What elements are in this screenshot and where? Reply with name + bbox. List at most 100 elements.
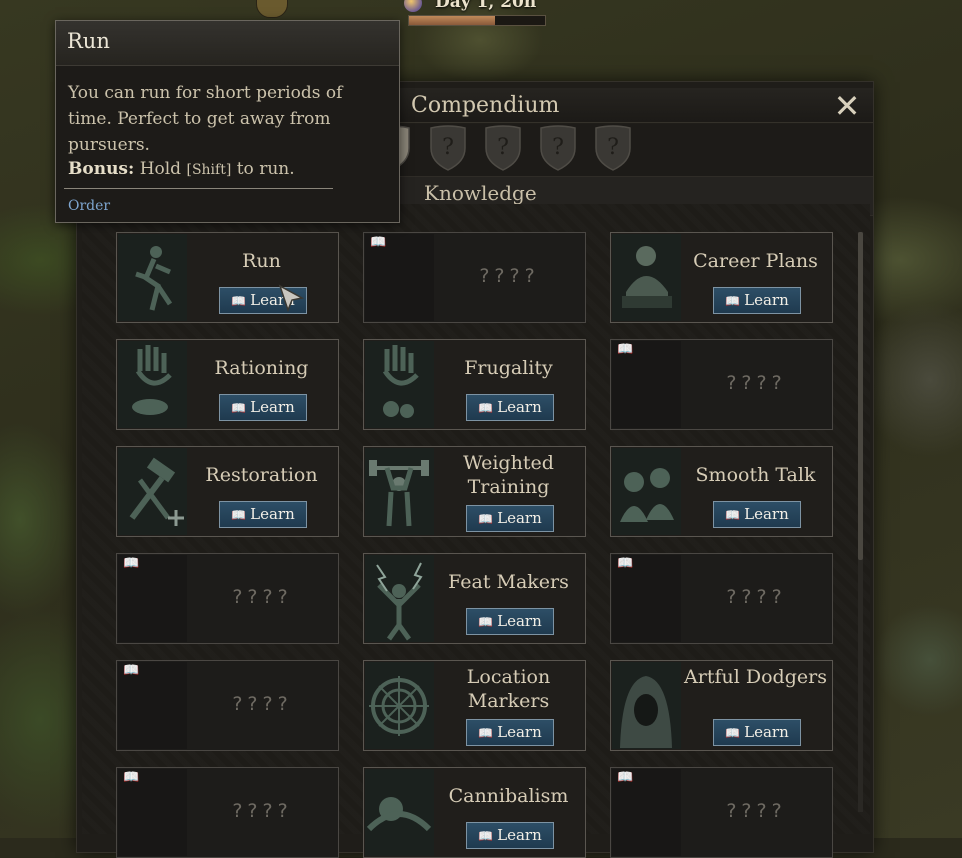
learn-button-label: Learn [250,505,295,523]
card-unknown-label: ???? [726,372,787,394]
tooltip-title: Run [67,29,110,53]
learn-button-label: Learn [744,723,789,741]
card-title: Cannibalism [448,785,569,807]
tooltip-divider [64,188,333,189]
tab-4[interactable]: ? [483,124,523,172]
hand-fish-icon [118,341,187,428]
knowledge-card[interactable]: 📖???? [610,553,833,644]
knowledge-card[interactable]: 📖???? [116,553,339,644]
tooltip-bonus-post: to run. [236,159,295,179]
knowledge-card[interactable]: 📖???? [610,339,833,430]
tooltip-bonus-key: [Shift] [186,162,232,178]
knowledge-card[interactable]: Restoration 📖 Learn [116,446,339,537]
book-icon: 📖 [478,401,494,415]
card-thumbnail [365,448,434,535]
learn-button-label: Learn [497,612,542,630]
learn-button[interactable]: 📖 Learn [713,501,801,528]
locked-shield-icon: ? [595,125,631,171]
tooltip-description: You can run for short periods of time. P… [68,83,343,155]
tooltip-category-tag: Order [68,198,111,214]
knowledge-card[interactable]: Smooth Talk 📖 Learn [610,446,833,537]
card-thumbnail [365,662,434,749]
tooltip-bonus-label: Bonus: [68,159,135,179]
learn-button[interactable]: 📖 Learn [466,719,554,746]
tab-5[interactable]: ? [538,124,578,172]
card-unknown-label: ???? [232,800,293,822]
card-thumbnail [365,769,434,856]
tab-6[interactable]: ? [593,124,633,172]
card-title: Rationing [214,357,309,379]
learn-button[interactable]: 📖 Learn [713,719,801,746]
card-title: Restoration [205,464,318,486]
panel-title: Compendium [411,93,560,118]
knowledge-card[interactable]: Run 📖 Learn [116,232,339,323]
locked-shield-icon: ? [430,125,466,171]
card-thumbnail [118,341,187,428]
scrollbar-thumb[interactable] [858,232,863,560]
card-thumbnail [365,555,434,642]
knowledge-card[interactable]: Cannibalism 📖 Learn [363,767,586,858]
book-icon: 📖 [617,556,634,571]
locked-shield-icon: ? [485,125,521,171]
tooltip-bonus: Bonus: Hold [Shift] to run. [68,159,295,179]
card-thumbnail [365,341,434,428]
learn-button-label: Learn [497,826,542,844]
tab-label: ? [607,135,619,160]
tab-label: ? [552,135,564,160]
run-figure-icon [118,234,187,321]
talk-figures-icon [612,448,681,535]
knowledge-card[interactable]: Rationing 📖 Learn [116,339,339,430]
knowledge-card[interactable]: Career Plans 📖 Learn [610,232,833,323]
day-label: Day 1, 20h [435,0,537,12]
knowledge-card[interactable]: 📖???? [363,232,586,323]
learn-button[interactable]: 📖 Learn [466,608,554,635]
day-progress-fill [409,16,495,25]
tab-3[interactable]: ? [428,124,468,172]
card-unknown-label: ???? [232,586,293,608]
learn-button-label: Learn [497,398,542,416]
learn-button[interactable]: 📖 Learn [466,505,554,532]
card-title: Artful Dodgers [684,666,827,688]
book-icon: 📖 [478,726,494,740]
learn-button[interactable]: 📖 Learn [713,287,801,314]
learn-button[interactable]: 📖 Learn [466,822,554,849]
knowledge-card[interactable]: Frugality 📖 Learn [363,339,586,430]
card-title: Weighted Training [463,452,554,498]
tooltip-bonus-pre: Hold [139,159,182,179]
cannibal-icon [365,769,434,856]
learn-button-label: Learn [497,509,542,527]
card-unknown-label: ???? [726,586,787,608]
card-thumbnail [612,234,681,321]
learn-button[interactable]: 📖 Learn [219,501,307,528]
book-icon: 📖 [478,829,494,843]
card-unknown-label: ???? [232,693,293,715]
tab-label: ? [442,135,454,160]
book-icon: 📖 [725,508,741,522]
hand-coins-icon [365,341,434,428]
locked-shield-icon: ? [540,125,576,171]
knowledge-card[interactable]: Weighted Training 📖 Learn [363,446,586,537]
knowledge-card[interactable]: Feat Makers 📖 Learn [363,553,586,644]
book-icon: 📖 [725,726,741,740]
learn-button[interactable]: 📖 Learn [219,394,307,421]
tab-label: ? [497,135,509,160]
hammer-plus-icon [118,448,187,535]
knowledge-card[interactable]: Artful Dodgers 📖 Learn [610,660,833,751]
card-unknown-label: ???? [479,265,540,287]
card-thumbnail [612,662,681,749]
knowledge-card[interactable]: 📖???? [116,767,339,858]
book-icon: 📖 [617,342,634,357]
knowledge-card[interactable]: 📖???? [116,660,339,751]
close-button[interactable]: ✕ [832,90,862,122]
card-title: Location Markers [466,666,551,712]
learn-button[interactable]: 📖 Learn [466,394,554,421]
compass-icon [365,662,434,749]
knowledge-card[interactable]: 📖???? [610,767,833,858]
knowledge-tooltip: Run You can run for short periods of tim… [55,20,400,223]
knowledge-card[interactable]: Location Markers 📖 Learn [363,660,586,751]
book-icon: 📖 [478,615,494,629]
mouse-cursor-icon [278,284,304,312]
book-icon: 📖 [478,512,494,526]
section-title: Knowledge [424,181,537,205]
card-title: Run [242,250,281,272]
